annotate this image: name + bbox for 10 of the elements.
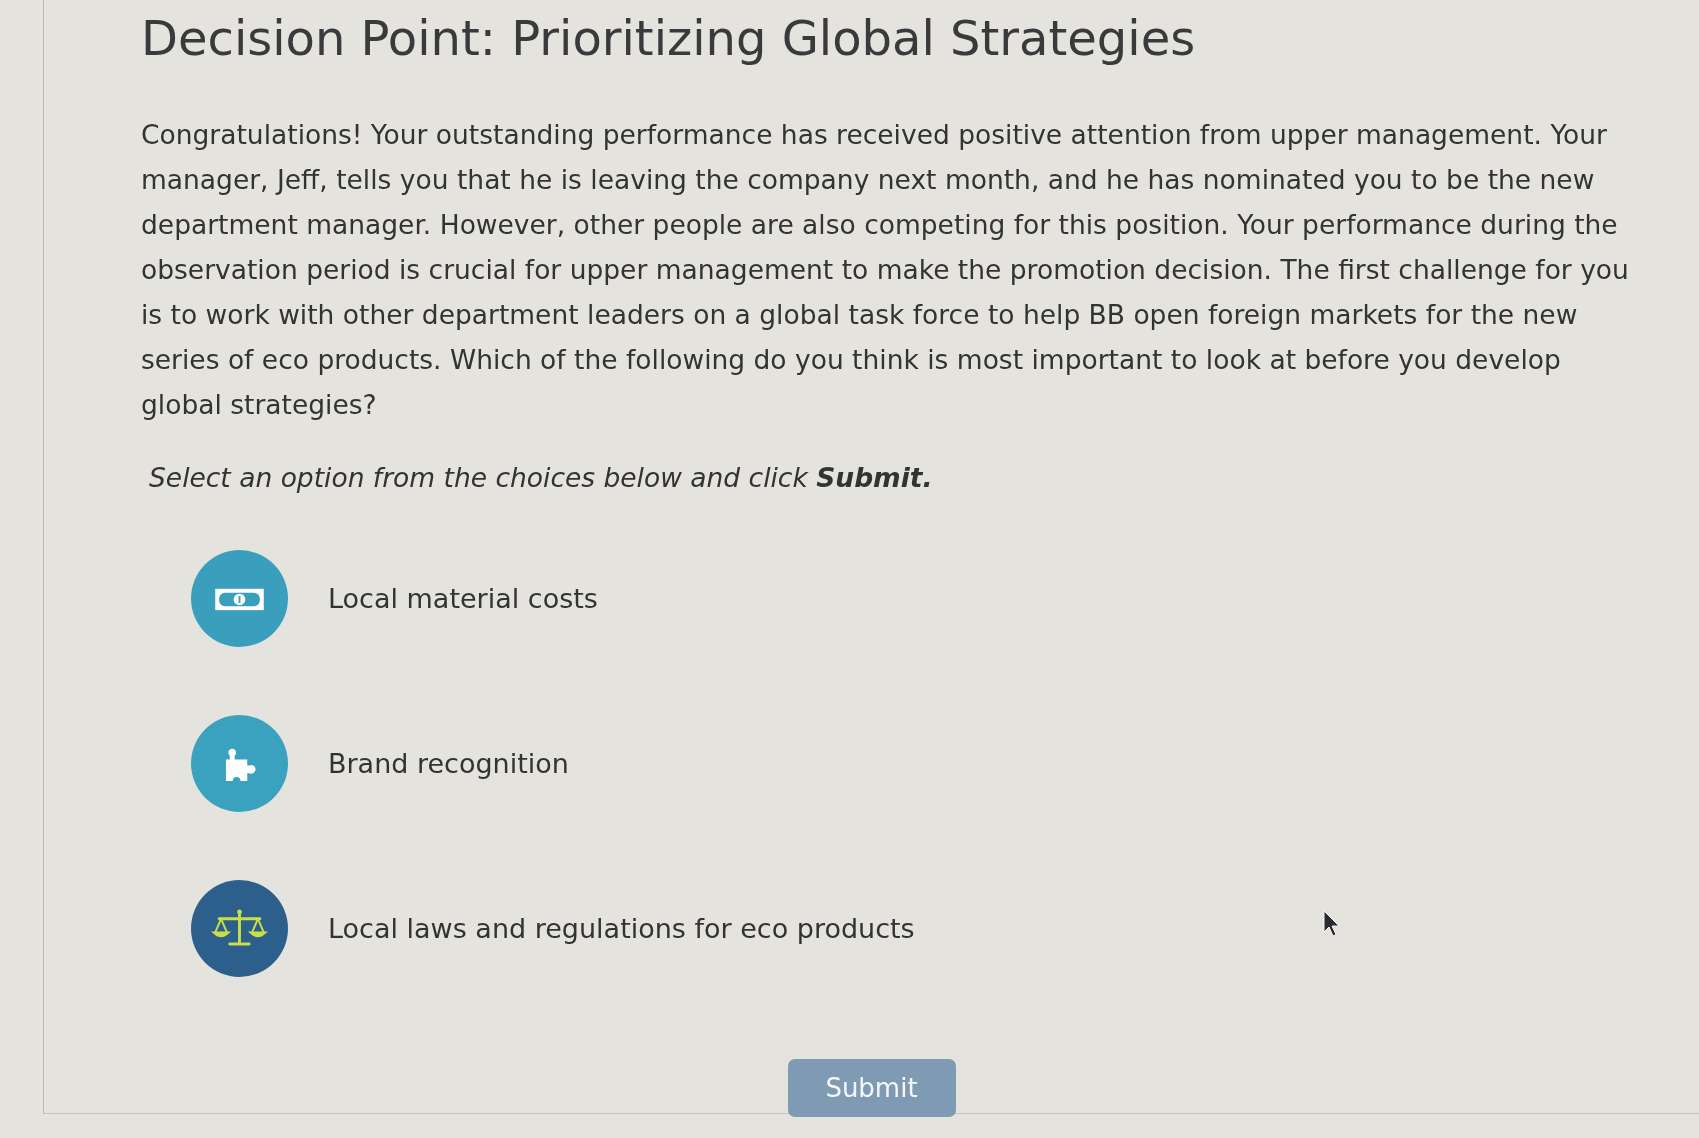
scales-icon — [191, 880, 288, 977]
option-button[interactable]: Local laws and regulations for eco products — [191, 880, 915, 977]
option-button[interactable]: Brand recognition — [191, 715, 569, 812]
scenario-paragraph: Congratulations! Your outstanding performance has received positive attention from upper management. Your manager, Jeff, tells you that he is leaving the company next month, and he has nominated you to be the new department manager. However, other people are also competing for this position. Your performance during the observation period is crucial for upper management to make the promotion decision. The first challenge for you is to work with other department leaders on a global task force to help BB open foreign markets for the new series of eco products. Which of the following do you think is most important to look at before you develop global strategies? — [141, 118, 1630, 422]
page-title: Decision Point: Prioritizing Global Strategies — [141, 9, 1197, 68]
instruction-text: Select an option from the choices below and click Submit. — [149, 461, 934, 495]
option-button[interactable]: Local material costs — [191, 550, 598, 647]
puzzle-piece-icon — [191, 715, 288, 812]
mouse-pointer-icon — [1322, 910, 1342, 938]
banknote-icon — [191, 550, 288, 647]
